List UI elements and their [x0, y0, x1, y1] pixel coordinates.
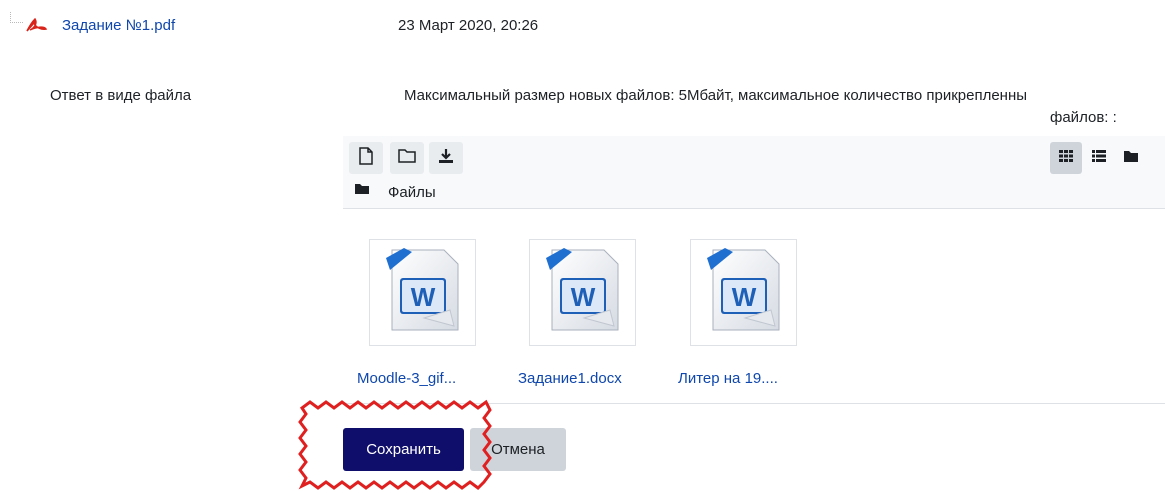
list-view-button[interactable]	[1083, 142, 1115, 174]
file-thumbnail[interactable]: W	[529, 239, 636, 346]
create-folder-button[interactable]	[390, 142, 424, 174]
tree-view-icon	[1123, 149, 1139, 168]
svg-text:W: W	[410, 282, 435, 312]
svg-text:W: W	[570, 282, 595, 312]
icons-view-button[interactable]	[1050, 142, 1082, 174]
folder-icon	[355, 182, 369, 200]
svg-text:W: W	[731, 282, 756, 312]
add-file-icon	[358, 146, 374, 170]
tree-view-button[interactable]	[1115, 142, 1147, 174]
word-document-icon: W	[705, 248, 783, 337]
create-folder-icon	[398, 148, 416, 168]
field-label: Ответ в виде файла	[50, 87, 192, 104]
tree-connector	[10, 12, 25, 23]
file-name[interactable]: Литер на 19....	[678, 370, 778, 387]
word-document-icon: W	[544, 248, 622, 337]
breadcrumb-files[interactable]: Файлы	[388, 184, 436, 201]
attachment-date: 23 Март 2020, 20:26	[398, 17, 539, 34]
file-name[interactable]: Moodle-3_gif...	[357, 370, 456, 387]
highlight-annotation	[298, 399, 492, 490]
pdf-icon	[24, 17, 50, 38]
download-all-button[interactable]	[429, 142, 463, 174]
icons-view-icon	[1058, 149, 1074, 168]
attachment-link[interactable]: Задание №1.pdf	[62, 17, 175, 34]
add-file-button[interactable]	[349, 142, 383, 174]
file-limits-text-continued: файлов: :	[1050, 109, 1117, 126]
file-name[interactable]: Задание1.docx	[518, 370, 622, 387]
filemanager-toolbar: Файлы	[343, 136, 1165, 209]
file-thumbnail[interactable]: W	[369, 239, 476, 346]
download-icon	[438, 148, 454, 169]
word-document-icon: W	[384, 248, 462, 337]
filemanager-files-area: W Moodle-3_gif... W Задание1.docx W Лите…	[343, 209, 1165, 402]
file-thumbnail[interactable]: W	[690, 239, 797, 346]
file-limits-text: Максимальный размер новых файлов: 5Мбайт…	[404, 87, 1028, 104]
list-view-icon	[1091, 149, 1107, 168]
